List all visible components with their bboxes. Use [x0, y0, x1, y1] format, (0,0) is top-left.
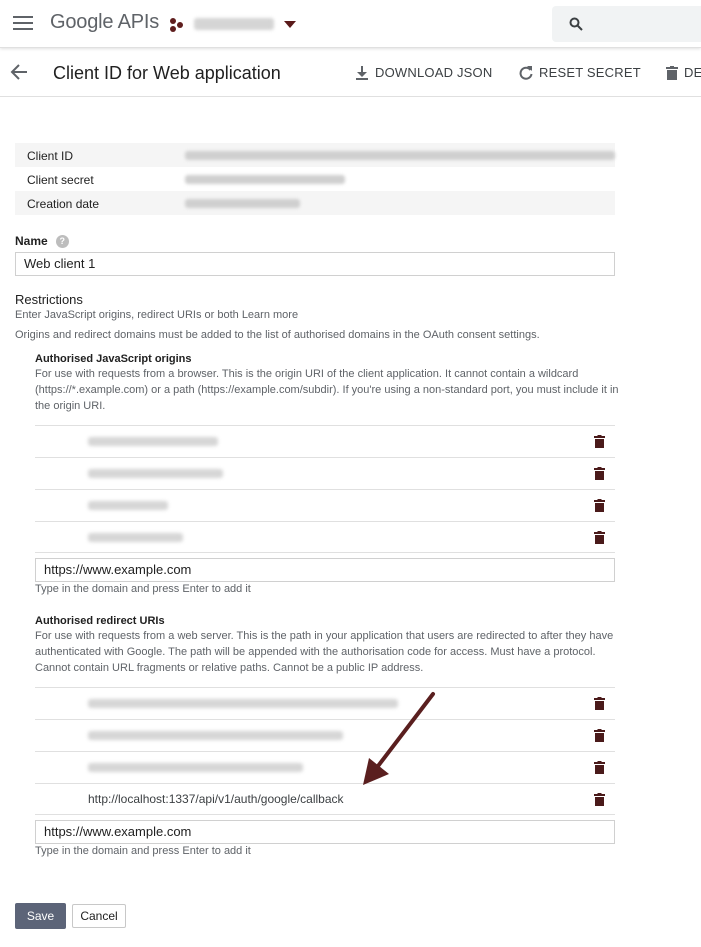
- trash-icon[interactable]: [594, 761, 605, 774]
- redirect-uris-list: http://localhost:1337/api/v1/auth/google…: [35, 687, 615, 815]
- creation-date-row: Creation date: [15, 191, 615, 215]
- page-title: Client ID for Web application: [53, 63, 281, 83]
- list-item: http://localhost:1337/api/v1/auth/google…: [35, 783, 615, 815]
- search-icon: [569, 17, 583, 31]
- trash-icon[interactable]: [594, 729, 605, 742]
- redirect-uris-description: For use with requests from a web server.…: [35, 630, 614, 674]
- client-secret-label: Client secret: [27, 173, 94, 187]
- redirect-uris-title: Authorised redirect URIs: [35, 615, 165, 627]
- name-input[interactable]: Web client 1: [15, 252, 615, 276]
- delete-label: DE: [684, 65, 701, 80]
- name-label-group: Name ?: [15, 234, 69, 248]
- logo-apis-text: APIs: [117, 11, 160, 33]
- google-apis-logo[interactable]: Google APIs: [50, 11, 159, 34]
- project-dots-icon: [170, 16, 186, 32]
- client-secret-row: Client secret: [15, 167, 615, 191]
- restrictions-heading: Restrictions: [15, 292, 83, 307]
- creation-date-value-redacted: [185, 199, 300, 208]
- js-origin-input[interactable]: https://www.example.com: [35, 558, 615, 582]
- origin-value-redacted: [88, 437, 218, 446]
- list-item: [35, 521, 615, 553]
- project-selector[interactable]: [170, 14, 296, 34]
- restrictions-intro-text: Enter JavaScript origins, redirect URIs …: [15, 309, 242, 321]
- origin-value-redacted: [88, 469, 223, 478]
- help-icon[interactable]: ?: [55, 234, 69, 248]
- restrictions-note: Origins and redirect domains must be add…: [15, 329, 540, 341]
- download-json-label: DOWNLOAD JSON: [375, 65, 493, 80]
- download-json-button[interactable]: DOWNLOAD JSON: [355, 65, 492, 80]
- creation-date-label: Creation date: [27, 197, 100, 211]
- reset-secret-button[interactable]: RESET SECRET: [519, 65, 641, 80]
- redirect-uri-value-redacted: [88, 699, 398, 708]
- back-arrow-icon[interactable]: [9, 62, 29, 82]
- learn-more-link[interactable]: Learn more: [242, 309, 298, 321]
- list-item: [35, 425, 615, 457]
- reset-secret-label: RESET SECRET: [539, 65, 641, 80]
- js-origins-description: For use with requests from a browser. Th…: [35, 368, 619, 412]
- origin-value-redacted: [88, 501, 168, 510]
- list-item: [35, 489, 615, 521]
- logo-google-text: Google: [50, 11, 114, 33]
- search-bar[interactable]: [552, 6, 701, 42]
- refresh-icon: [519, 65, 533, 80]
- save-button[interactable]: Save: [15, 903, 66, 929]
- caret-down-icon: [284, 20, 296, 28]
- restrictions-intro: Enter JavaScript origins, redirect URIs …: [15, 307, 298, 323]
- delete-icon: [666, 65, 678, 80]
- project-name-redacted: [194, 18, 274, 30]
- trash-icon[interactable]: [594, 697, 605, 710]
- js-origins-list: [35, 425, 615, 553]
- hamburger-menu-icon[interactable]: [13, 16, 33, 31]
- list-item: [35, 687, 615, 719]
- page-header: Client ID for Web application DOWNLOAD J…: [0, 49, 701, 97]
- client-id-row: Client ID: [15, 143, 615, 167]
- trash-icon[interactable]: [594, 467, 605, 480]
- trash-icon[interactable]: [594, 531, 605, 544]
- redirect-uri-value-redacted: [88, 731, 343, 740]
- list-item: [35, 457, 615, 489]
- redirect-uri-value-redacted: [88, 763, 303, 772]
- js-origins-title: Authorised JavaScript origins: [35, 353, 192, 365]
- trash-icon[interactable]: [594, 793, 605, 806]
- trash-icon[interactable]: [594, 499, 605, 512]
- js-origin-hint: Type in the domain and press Enter to ad…: [35, 583, 251, 595]
- name-label: Name: [15, 234, 48, 248]
- cancel-button[interactable]: Cancel: [72, 904, 126, 928]
- client-id-value-redacted: [185, 151, 615, 160]
- trash-icon[interactable]: [594, 435, 605, 448]
- redirect-uri-value: http://localhost:1337/api/v1/auth/google…: [88, 792, 344, 806]
- client-id-label: Client ID: [27, 149, 74, 163]
- list-item: [35, 719, 615, 751]
- top-app-bar: Google APIs: [0, 0, 701, 48]
- download-icon: [356, 65, 368, 80]
- origin-value-redacted: [88, 533, 183, 542]
- redirect-uri-hint: Type in the domain and press Enter to ad…: [35, 845, 251, 857]
- redirect-uri-input[interactable]: https://www.example.com: [35, 820, 615, 844]
- delete-button[interactable]: DE: [666, 65, 701, 80]
- list-item: [35, 751, 615, 783]
- client-secret-value-redacted: [185, 175, 345, 184]
